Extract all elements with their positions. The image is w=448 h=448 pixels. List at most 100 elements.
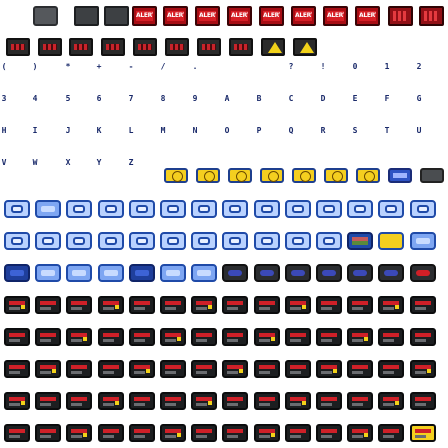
panel-icon — [378, 360, 405, 378]
warning-icon — [293, 38, 317, 56]
panel-icon — [316, 328, 342, 346]
sprite-sheet: ALERT ALERT ALERT ALERT ALERT ALERT ALER… — [0, 0, 448, 448]
smiley-icon — [324, 168, 348, 183]
glyph: ) — [32, 62, 38, 71]
glyph: 8 — [160, 94, 166, 103]
panel-icon — [284, 328, 311, 346]
screen-icon — [4, 264, 30, 282]
glyph: V — [1, 158, 7, 167]
alert-icon: ALERT — [195, 6, 220, 26]
screen-icon — [128, 232, 155, 250]
panel-icon — [222, 296, 249, 314]
glyph: T — [384, 126, 390, 135]
panel-icon — [222, 392, 249, 410]
panel-icon — [409, 360, 436, 378]
glyph: ! — [320, 62, 326, 71]
glyph: G — [416, 94, 422, 103]
glyph: Z — [128, 158, 134, 167]
screen-icon — [4, 200, 30, 218]
panel-icon — [66, 296, 93, 314]
status-grid-icon — [229, 38, 253, 56]
screen-icon — [4, 232, 30, 250]
panel-icon — [191, 328, 218, 346]
glyph: ? — [288, 62, 294, 71]
panel-icon — [316, 296, 342, 314]
glyph: 9 — [192, 94, 198, 103]
screen-icon — [409, 200, 436, 218]
glyph: K — [96, 126, 102, 135]
glyph: * — [65, 62, 71, 71]
glyph: 0 — [352, 62, 358, 71]
glyph: / — [160, 62, 166, 71]
glyph: O — [224, 126, 230, 135]
glyph: - — [128, 62, 134, 71]
screen-icon — [35, 232, 62, 250]
alert-icon: ALERT — [132, 6, 157, 26]
panel-icon — [347, 328, 374, 346]
screen-icon — [316, 232, 342, 250]
screen-icon — [222, 232, 249, 250]
panel-icon — [97, 296, 124, 314]
panel-icon — [316, 392, 342, 410]
panel-icon — [66, 424, 93, 442]
smiley-icon — [196, 168, 220, 183]
glyph: J — [65, 126, 71, 135]
panel-icon — [35, 392, 62, 410]
glyph: H — [1, 126, 7, 135]
screen-icon — [316, 200, 342, 218]
glyph: X — [65, 158, 71, 167]
glyph: D — [320, 94, 326, 103]
panel-icon — [409, 424, 436, 442]
panel-icon — [128, 392, 155, 410]
panel-icon — [4, 360, 30, 378]
glyph: I — [32, 126, 38, 135]
screen-icon — [191, 264, 218, 282]
panel-icon — [66, 360, 93, 378]
alert-grid-icon — [419, 6, 444, 26]
panel-icon — [160, 360, 186, 378]
screen-icon — [97, 232, 124, 250]
screen-icon — [253, 232, 280, 250]
smiley-icon — [292, 168, 316, 183]
screen-icon — [160, 232, 186, 250]
glyph: A — [224, 94, 230, 103]
screen-icon — [97, 264, 124, 282]
screen-icon — [284, 232, 311, 250]
screen-icon — [347, 200, 374, 218]
screen-icon — [253, 264, 280, 282]
panel-icon — [4, 328, 30, 346]
glyph: 2 — [416, 62, 422, 71]
panel-icon — [160, 328, 186, 346]
screen-icon — [66, 200, 93, 218]
panel-icon — [4, 296, 30, 314]
screen-icon — [409, 232, 436, 250]
panel-icon — [128, 360, 155, 378]
alert-icon: ALERT — [323, 6, 348, 26]
glyph: 4 — [32, 94, 38, 103]
screen-icon — [284, 200, 311, 218]
panel-icon — [378, 392, 405, 410]
status-grid-icon — [6, 38, 30, 56]
panel-icon — [66, 392, 93, 410]
panel-icon — [97, 392, 124, 410]
panel-icon — [160, 424, 186, 442]
panel-icon — [284, 424, 311, 442]
panel-icon — [35, 360, 62, 378]
alert-icon: ALERT — [163, 6, 188, 26]
panel-icon — [222, 360, 249, 378]
screen-icon — [347, 264, 374, 282]
warning-icon — [261, 38, 285, 56]
panel-icon — [35, 424, 62, 442]
glyph: B — [256, 94, 262, 103]
screen-icon — [378, 200, 405, 218]
photo-icon — [347, 232, 374, 250]
screen-icon — [191, 232, 218, 250]
glyph: 5 — [65, 94, 71, 103]
panel-icon — [191, 424, 218, 442]
panel-icon — [253, 328, 280, 346]
panel-icon — [160, 392, 186, 410]
panel-icon — [347, 360, 374, 378]
status-grid-icon — [101, 38, 125, 56]
panel-icon — [378, 296, 405, 314]
glyph: S — [352, 126, 358, 135]
